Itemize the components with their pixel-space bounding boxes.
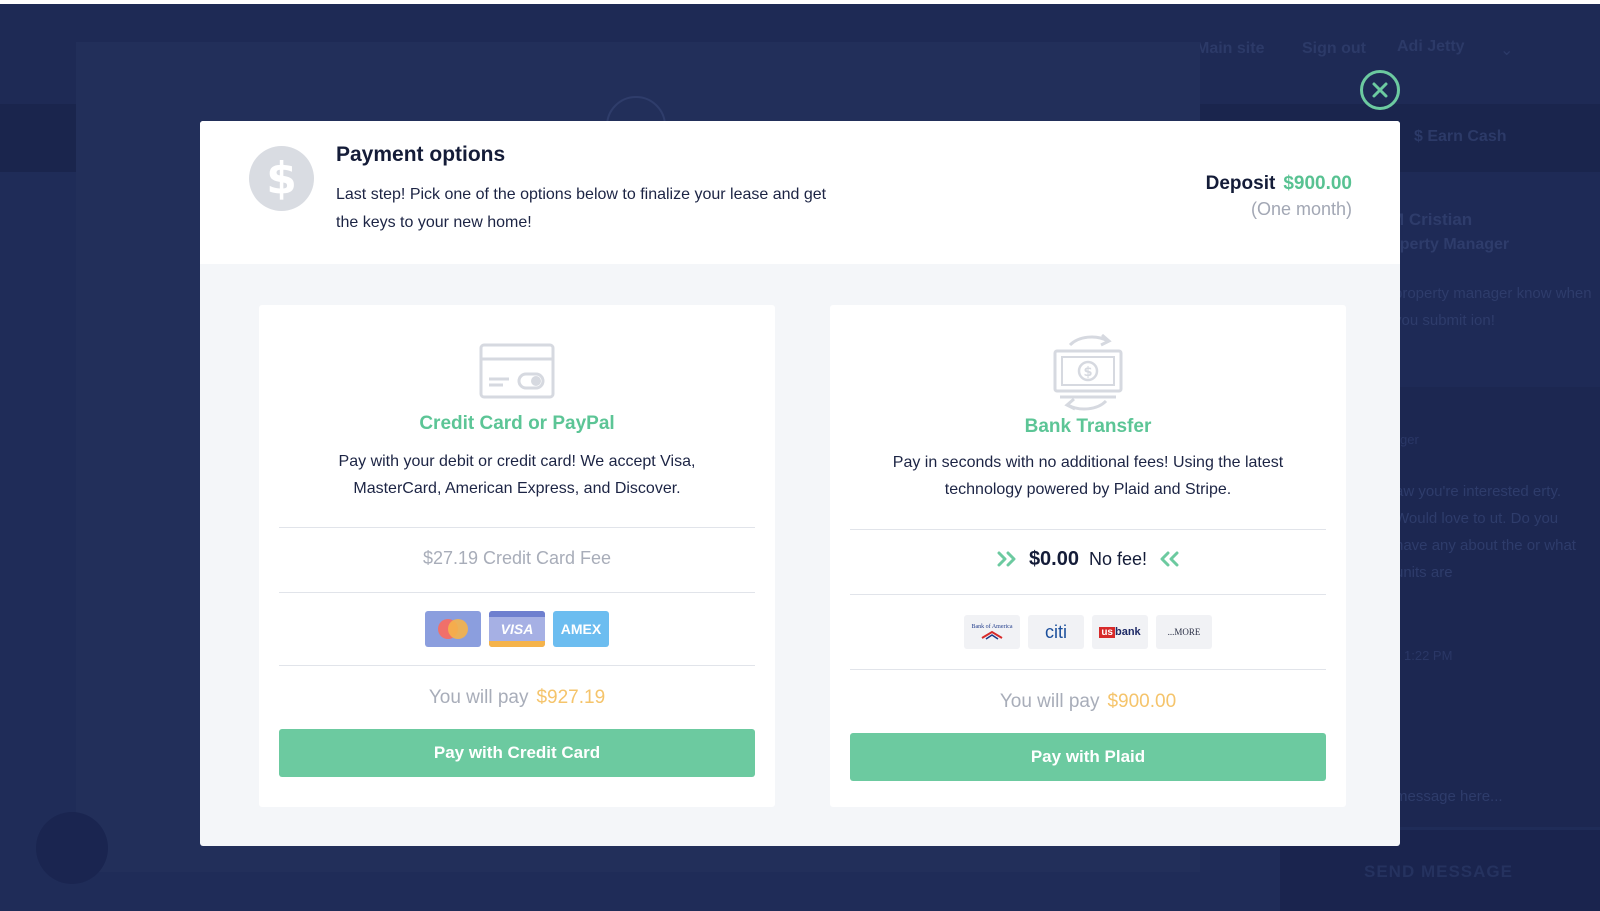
mastercard-logo — [425, 611, 481, 647]
chat-input[interactable]: message here... — [1395, 788, 1503, 805]
bank-total-amount: $900.00 — [1107, 691, 1177, 712]
divider — [850, 594, 1326, 595]
double-chevron-right-icon — [997, 551, 1016, 567]
pay-with-credit-card-button[interactable]: Pay with Credit Card — [279, 729, 755, 777]
credit-total-amount: $927.19 — [536, 687, 606, 708]
deposit-amount: $900.00 — [1283, 173, 1352, 194]
amex-logo: AMEX — [553, 611, 609, 647]
chat-timestamp: 1:22 PM — [1404, 648, 1453, 663]
chat-launcher-button[interactable] — [36, 812, 108, 884]
nav-main-site[interactable]: Main site — [1196, 40, 1264, 58]
credit-card-fee: $27.19 Credit Card Fee — [422, 548, 612, 568]
close-icon — [1372, 82, 1388, 98]
modal-header: $ Payment options Last step! Pick one of… — [200, 121, 1400, 264]
deposit-label: Deposit — [1205, 173, 1276, 194]
manager-note: property manager know when you submit io… — [1394, 285, 1592, 329]
credit-card-icon — [479, 343, 555, 399]
send-message-label: SEND MESSAGE — [1364, 862, 1513, 881]
bank-fee-row: $0.00 No fee! — [830, 543, 1346, 575]
more-banks-logo: ...MORE — [1156, 615, 1212, 649]
deposit-summary: Deposit $900.00 — [1206, 173, 1352, 195]
credit-card-option: Credit Card or PayPal Pay with your debi… — [259, 305, 775, 807]
you-will-pay-label: You will pay — [428, 687, 529, 708]
you-will-pay-label: You will pay — [999, 691, 1100, 712]
bank-transfer-icon: $ — [1053, 333, 1123, 411]
divider — [279, 592, 755, 593]
bank-transfer-option: $ Bank Transfer Pay in seconds with no a… — [830, 305, 1346, 807]
divider — [850, 669, 1326, 670]
bank-transfer-title: Bank Transfer — [1024, 416, 1152, 437]
chat-sender: ger — [1400, 432, 1419, 447]
us-bank-logo: us bank — [1092, 615, 1148, 649]
divider — [279, 527, 755, 528]
bank-of-america-logo: Bank of America — [964, 615, 1020, 649]
bank-transfer-description: Pay in seconds with no additional fees! … — [892, 454, 1284, 498]
chevron-down-icon[interactable]: ⌄ — [1500, 40, 1513, 60]
modal-description: Last step! Pick one of the options below… — [336, 186, 827, 231]
double-chevron-left-icon — [1160, 551, 1179, 567]
divider — [279, 665, 755, 666]
manager-role: operty Manager — [1390, 236, 1510, 253]
nav-user-name[interactable]: Adi Jetty — [1397, 38, 1465, 56]
svg-text:$: $ — [1083, 365, 1092, 380]
deposit-period: (One month) — [1250, 199, 1352, 219]
manager-name: M Cristian — [1390, 210, 1473, 229]
credit-card-description: Pay with your debit or credit card! We a… — [338, 453, 696, 497]
dollar-icon: $ — [249, 146, 314, 211]
visa-logo: VISA — [489, 611, 545, 647]
bank-total: You will pay $900.00 — [830, 691, 1346, 713]
close-modal-button[interactable] — [1360, 70, 1400, 110]
bank-fee-amount: $0.00 — [1028, 547, 1079, 570]
credit-total: You will pay $927.19 — [259, 687, 775, 709]
payment-options-modal: $ Payment options Last step! Pick one of… — [200, 121, 1400, 846]
no-fee-label: No fee! — [1089, 548, 1148, 569]
card-logos: VISA AMEX — [259, 611, 775, 647]
citi-logo: citi — [1028, 615, 1084, 649]
bank-logos: Bank of America citi us bank ...MORE — [830, 615, 1346, 649]
earn-cash-link[interactable]: $ Earn Cash — [1414, 128, 1506, 146]
divider — [850, 529, 1326, 530]
modal-title: Payment options — [336, 143, 506, 166]
nav-sign-out[interactable]: Sign out — [1302, 40, 1366, 58]
credit-card-title: Credit Card or PayPal — [419, 413, 615, 434]
pay-with-plaid-button[interactable]: Pay with Plaid — [850, 733, 1326, 781]
chat-message: aw you're interested erty. Would love to… — [1395, 483, 1576, 581]
